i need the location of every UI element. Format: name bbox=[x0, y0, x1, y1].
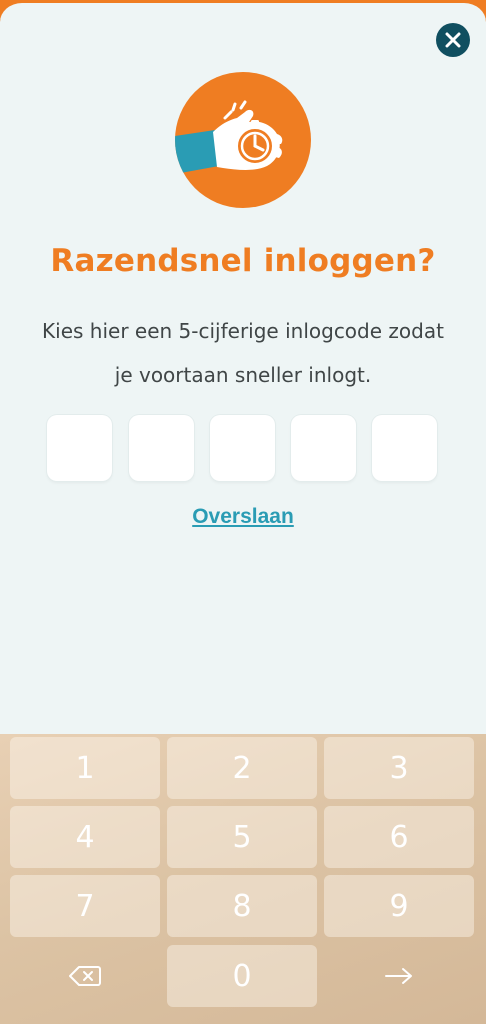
key-0[interactable]: 0 bbox=[167, 945, 317, 1007]
backspace-icon bbox=[69, 966, 101, 986]
dialog-title: Razendsnel inloggen? bbox=[50, 243, 436, 279]
login-code-dialog: Razendsnel inloggen? Kies hier een 5-cij… bbox=[0, 0, 486, 734]
skip-link[interactable]: Overslaan bbox=[0, 505, 486, 529]
arrow-right-icon bbox=[385, 968, 412, 984]
code-input-row bbox=[47, 415, 439, 481]
code-digit-4[interactable] bbox=[291, 415, 356, 481]
code-digit-3[interactable] bbox=[210, 415, 275, 481]
description-line-2: je voortaan sneller inlogt. bbox=[114, 363, 372, 387]
dialog-description: Kies hier een 5-cijferige inlogcode zoda… bbox=[20, 309, 466, 397]
key-9[interactable]: 9 bbox=[324, 875, 474, 937]
close-icon bbox=[445, 32, 461, 48]
key-8[interactable]: 8 bbox=[167, 875, 317, 937]
backspace-key[interactable] bbox=[10, 945, 160, 1007]
key-6[interactable]: 6 bbox=[324, 806, 474, 868]
submit-key[interactable] bbox=[324, 945, 474, 1007]
key-7[interactable]: 7 bbox=[10, 875, 160, 937]
stopwatch-hand-icon bbox=[175, 100, 283, 174]
key-4[interactable]: 4 bbox=[10, 806, 160, 868]
code-digit-5[interactable] bbox=[372, 415, 437, 481]
numeric-keypad: 1 2 3 4 5 6 7 8 9 0 bbox=[0, 734, 486, 1024]
key-3[interactable]: 3 bbox=[324, 737, 474, 799]
key-2[interactable]: 2 bbox=[167, 737, 317, 799]
description-line-1: Kies hier een 5-cijferige inlogcode zoda… bbox=[42, 319, 444, 343]
close-button[interactable] bbox=[436, 23, 470, 57]
code-digit-1[interactable] bbox=[47, 415, 112, 481]
key-5[interactable]: 5 bbox=[167, 806, 317, 868]
stopwatch-hand-illustration bbox=[175, 72, 311, 208]
key-1[interactable]: 1 bbox=[10, 737, 160, 799]
code-digit-2[interactable] bbox=[129, 415, 194, 481]
